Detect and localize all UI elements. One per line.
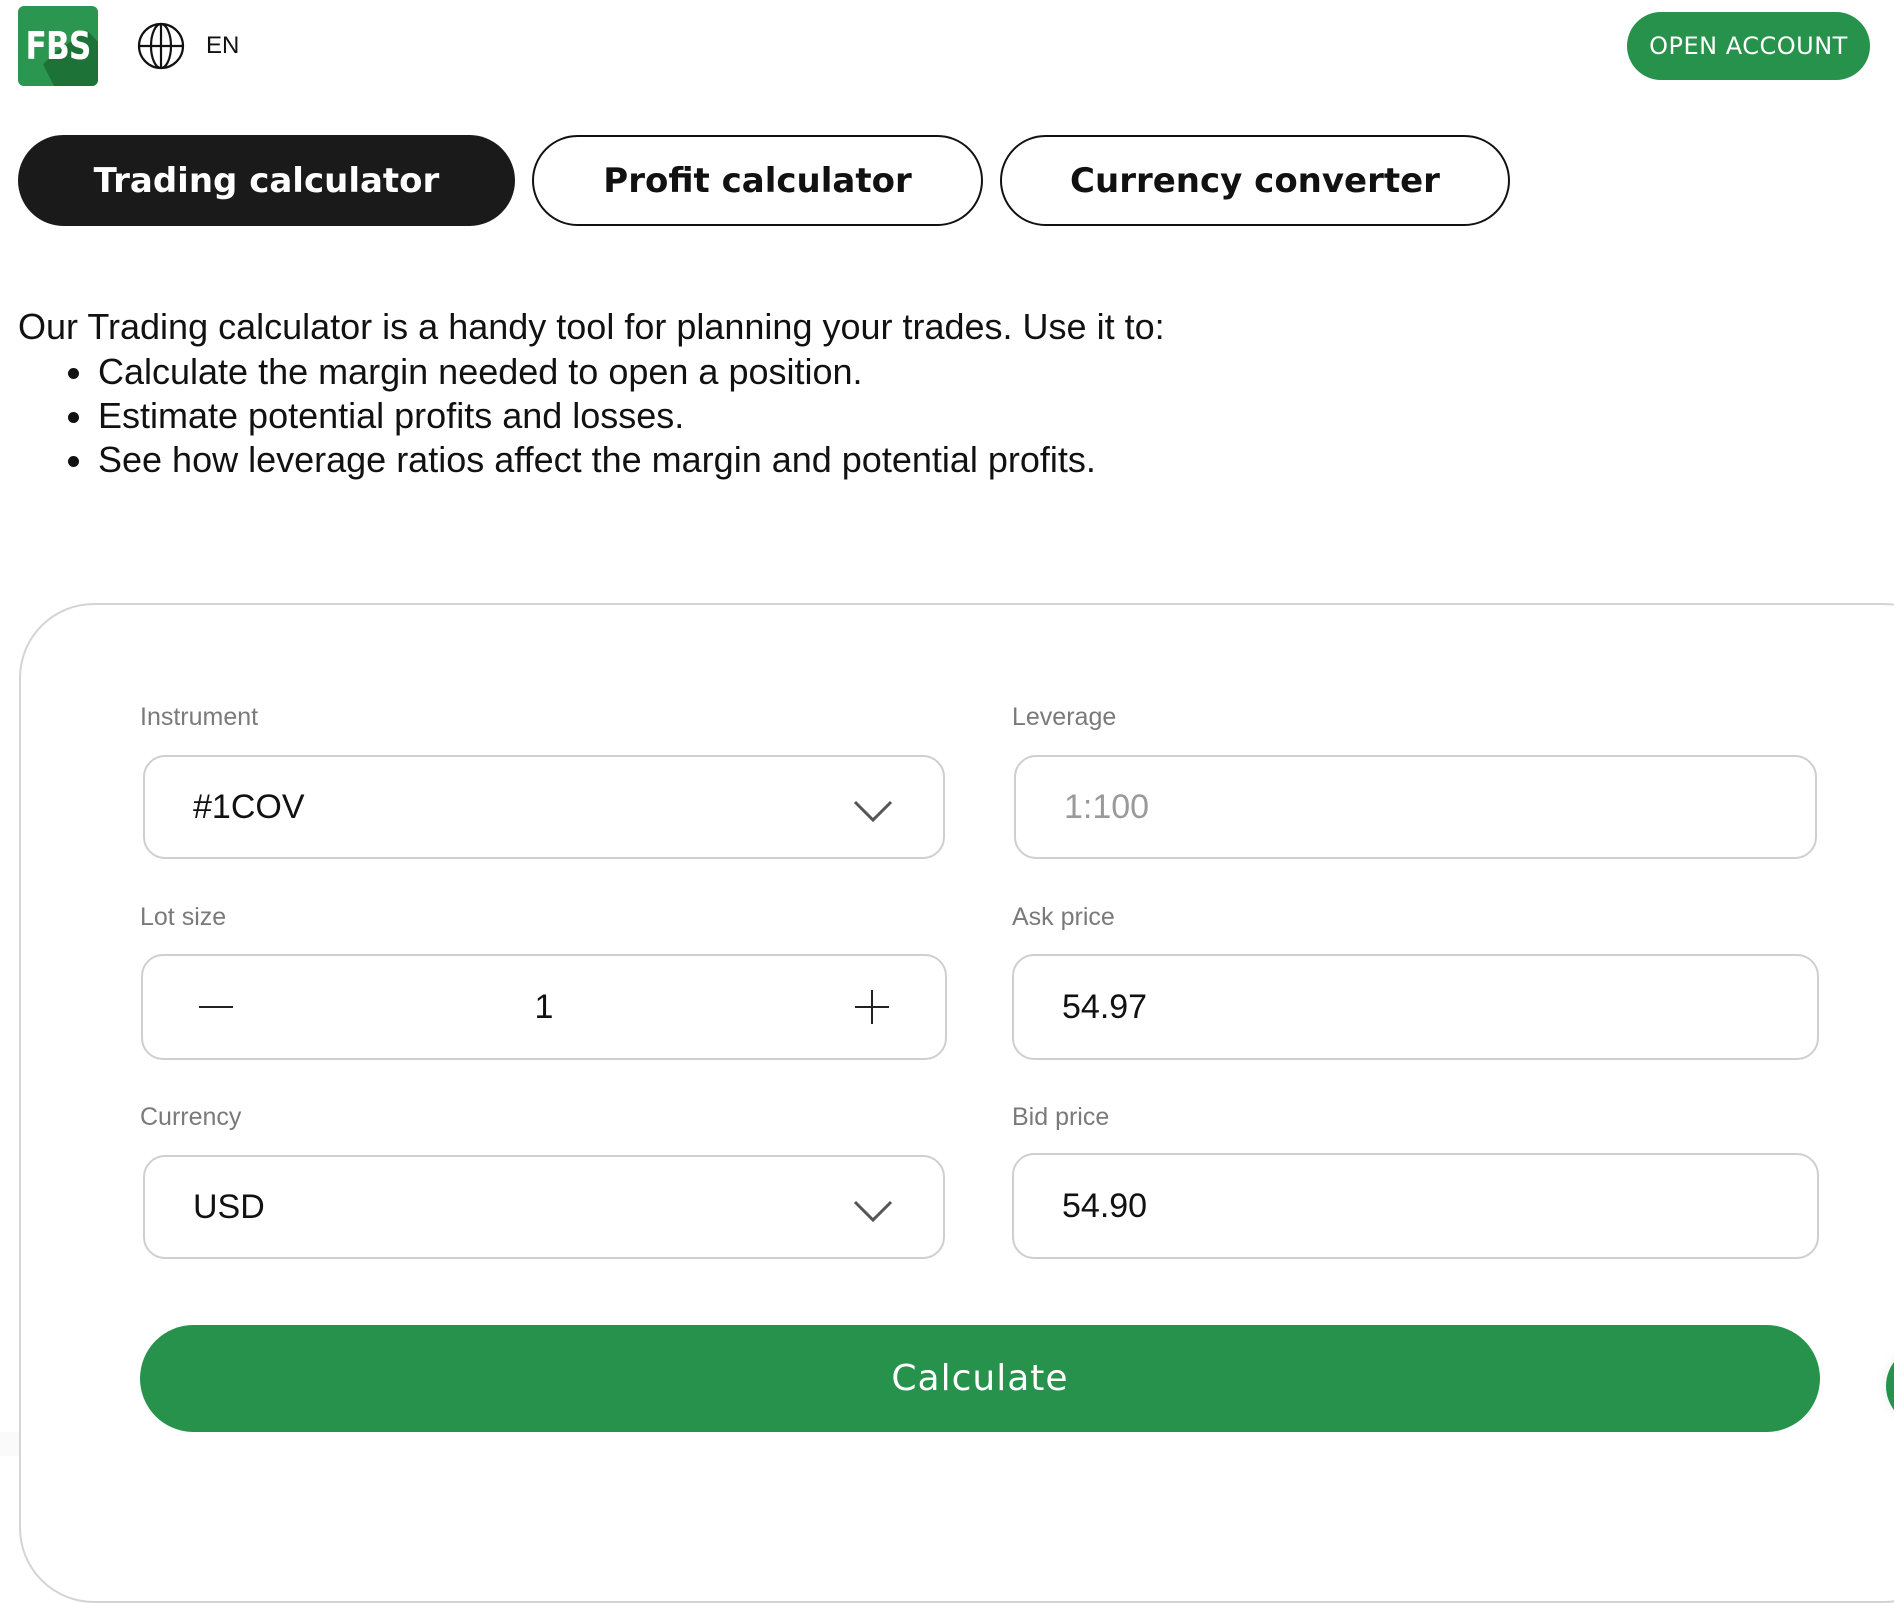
plus-icon[interactable] xyxy=(849,984,895,1030)
currency-select[interactable]: USD xyxy=(143,1155,945,1259)
leverage-label: Leverage xyxy=(1012,703,1117,731)
currency-label: Currency xyxy=(140,1103,242,1131)
tab-trading-calculator[interactable]: Trading calculator xyxy=(18,135,515,226)
lot-size-label: Lot size xyxy=(140,903,227,931)
tab-currency-converter[interactable]: Currency converter xyxy=(1000,135,1510,226)
language-code: EN xyxy=(206,32,240,59)
lot-size-value[interactable]: 1 xyxy=(143,988,945,1027)
feature-item: See how leverage ratios affect the margi… xyxy=(60,438,1096,482)
intro-text: Our Trading calculator is a handy tool f… xyxy=(18,306,1165,347)
chevron-down-icon xyxy=(853,1200,893,1223)
calculate-button[interactable]: Calculate xyxy=(140,1325,1820,1432)
ask-price-value: 54.97 xyxy=(1062,987,1148,1026)
bid-price-value: 54.90 xyxy=(1062,1186,1148,1225)
tab-profit-calculator[interactable]: Profit calculator xyxy=(532,135,983,226)
bid-price-label: Bid price xyxy=(1012,1103,1110,1131)
fbs-logo[interactable]: FBS xyxy=(18,6,98,86)
instrument-label: Instrument xyxy=(140,703,259,731)
logo-text: FBS xyxy=(25,24,91,68)
calculator-card xyxy=(19,603,1894,1603)
feature-item: Calculate the margin needed to open a po… xyxy=(60,350,1096,394)
bid-price-input[interactable]: 54.90 xyxy=(1012,1153,1819,1259)
ask-price-label: Ask price xyxy=(1012,903,1115,931)
instrument-value: #1COV xyxy=(193,787,305,826)
ask-price-input[interactable]: 54.97 xyxy=(1012,954,1819,1060)
currency-value: USD xyxy=(193,1187,265,1226)
feature-list: Calculate the margin needed to open a po… xyxy=(60,350,1096,482)
chevron-down-icon xyxy=(853,800,893,823)
instrument-select[interactable]: #1COV xyxy=(143,755,945,859)
feature-item: Estimate potential profits and losses. xyxy=(60,394,1096,438)
lot-size-stepper[interactable]: 1 xyxy=(141,954,947,1060)
language-selector[interactable]: EN xyxy=(136,21,239,71)
leverage-field[interactable]: 1:100 xyxy=(1014,755,1817,859)
leverage-value: 1:100 xyxy=(1064,787,1150,826)
open-account-button[interactable]: OPEN ACCOUNT xyxy=(1627,12,1870,80)
globe-icon xyxy=(137,22,185,70)
